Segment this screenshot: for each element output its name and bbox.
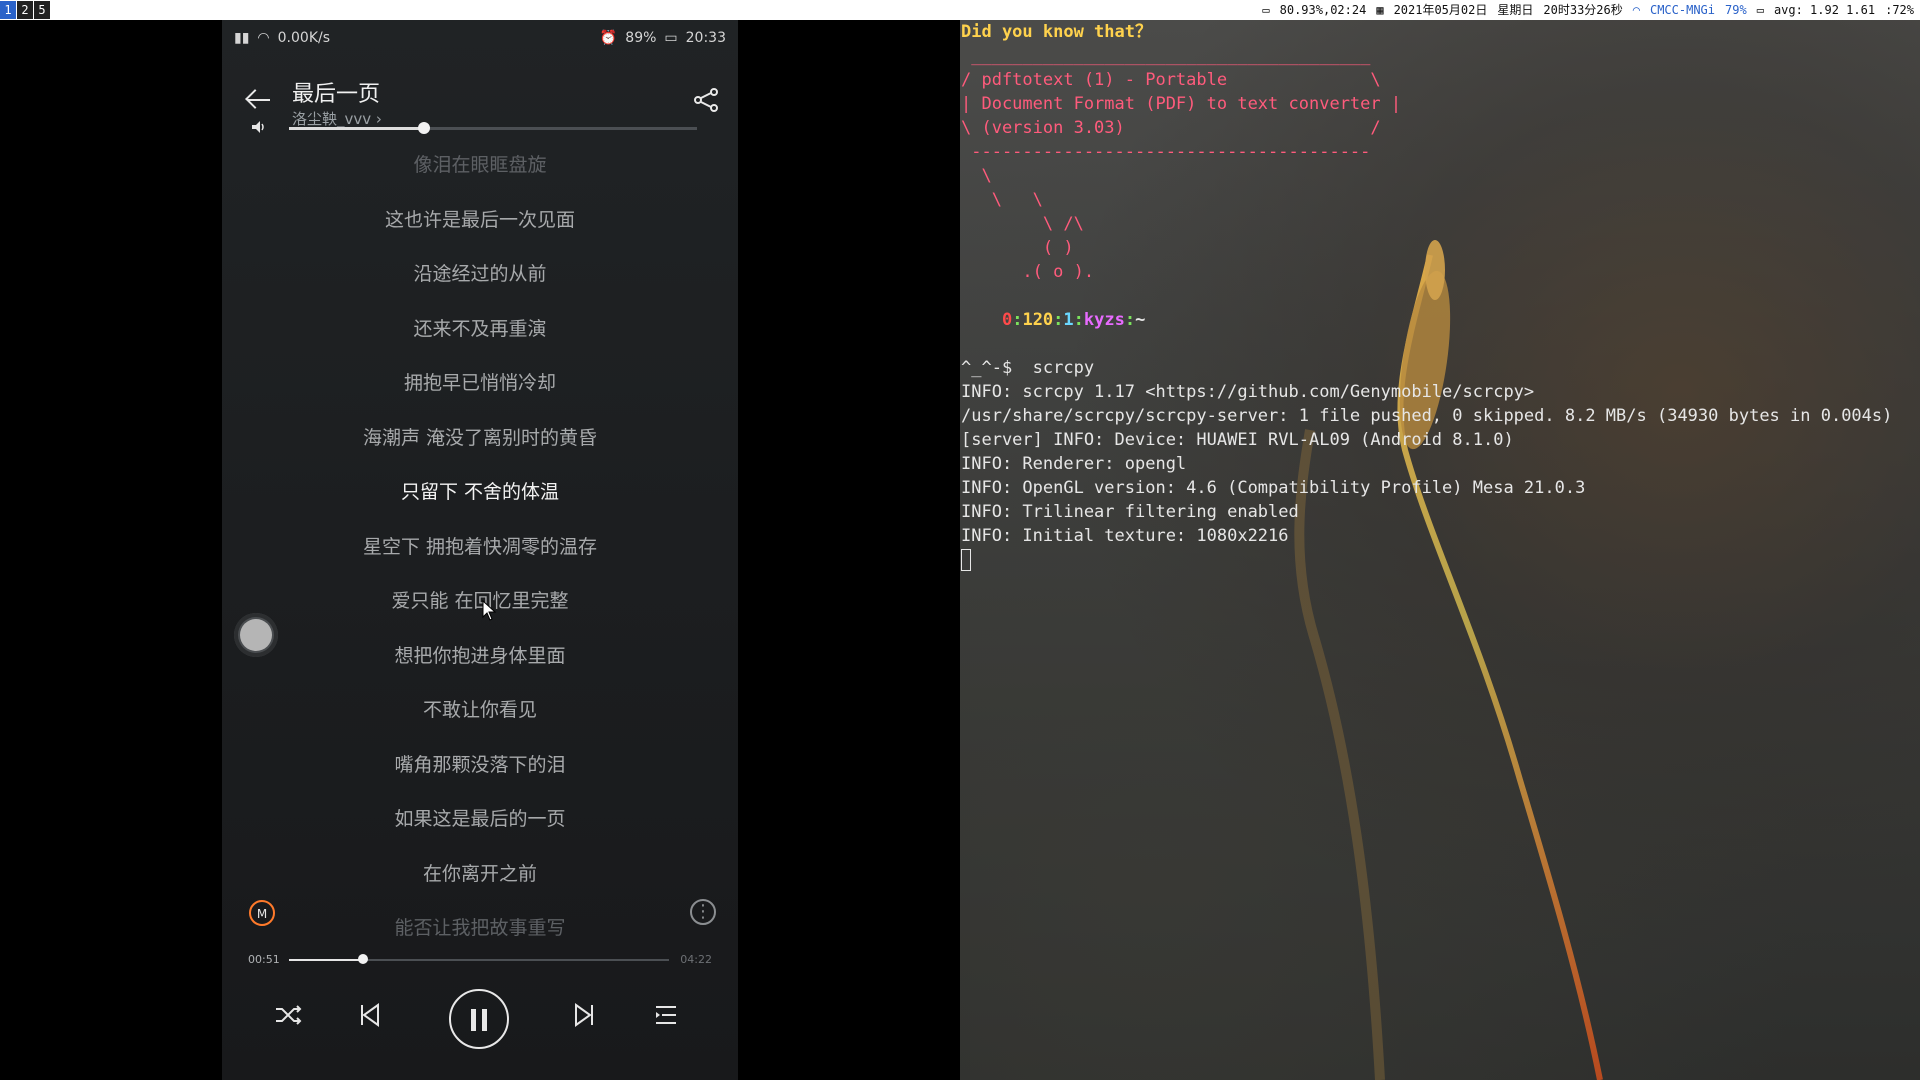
output-line: INFO: OpenGL version: 4.6 (Compatibility… <box>961 478 1586 498</box>
playback-controls <box>222 989 738 1065</box>
terminal-output: INFO: scrcpy 1.17 <https://github.com/Ge… <box>961 380 1916 548</box>
shuffle-icon[interactable] <box>268 995 308 1035</box>
cowsay-line: \ /\ <box>961 214 1084 234</box>
command: scrcpy <box>1032 358 1095 378</box>
floating-assist-button[interactable] <box>234 613 278 657</box>
phone-status-bar: ▮▮ ◠ 0.00K/s ⏰ 89% ▭ 20:33 <box>234 26 726 50</box>
prompt-b: 120 <box>1022 310 1054 330</box>
total-time: 04:22 <box>680 953 712 966</box>
volume-slider[interactable] <box>289 122 697 134</box>
current-time: 00:51 <box>248 953 280 966</box>
cowsay-line: _______________________________________ <box>961 46 1371 66</box>
output-line: INFO: Trilinear filtering enabled <box>961 502 1299 522</box>
workspace-5[interactable]: 5 <box>34 1 50 19</box>
battery-icon: ▭ <box>1262 3 1270 17</box>
text-cursor <box>961 549 971 571</box>
volume-knob[interactable] <box>417 122 430 134</box>
lyric-line[interactable]: 像泪在眼眶盘旋 <box>222 150 738 177</box>
prompt-path: ~ <box>1135 310 1146 330</box>
terminal-cursor-line[interactable] <box>961 548 1916 572</box>
status-area: ▭ 80.93%,02:24 ▦ 2021年05月02日 星期日 20时33分2… <box>1262 0 1914 20</box>
lyric-line[interactable]: 拥抱早已悄悄冷却 <box>222 368 738 395</box>
fortune-heading: Did you know that？ <box>961 22 1152 42</box>
calendar-icon: ▦ <box>1376 3 1384 17</box>
output-line: [server] INFO: Device: HUAWEI RVL-AL09 (… <box>961 430 1514 450</box>
next-icon[interactable] <box>564 995 604 1035</box>
lyric-line[interactable]: 不敢让你看见 <box>222 695 738 722</box>
volume-fill <box>289 127 424 130</box>
lyric-line[interactable]: 沿途经过的从前 <box>222 259 738 286</box>
share-icon[interactable] <box>692 86 720 114</box>
cowsay-line: \ <box>961 166 992 186</box>
cowsay-line: --------------------------------------- <box>961 142 1371 162</box>
wifi-icon: ◠ <box>257 30 270 46</box>
battery-status: 80.93%,02:24 <box>1279 3 1367 17</box>
progress-bar[interactable] <box>289 954 669 964</box>
wifi-strength: 79% <box>1725 3 1747 17</box>
player-header: 最后一页 洛尘鞅_vvv › <box>222 60 738 130</box>
back-arrow-icon[interactable] <box>244 86 272 114</box>
output-line: /usr/share/scrcpy/scrcpy-server: 1 file … <box>961 406 1893 426</box>
more-icon[interactable] <box>690 899 716 925</box>
workspace-1[interactable]: 1 <box>0 1 16 19</box>
terminal-window[interactable]: Did you know that？ _____________________… <box>961 20 1916 1080</box>
signal-icon: ▮▮ <box>234 30 250 46</box>
clock: 20时33分26秒 <box>1543 3 1623 17</box>
cowsay-line: \ (version 3.03) / <box>961 118 1381 138</box>
lyric-line[interactable]: 能否让我把故事重写 <box>222 913 738 940</box>
prompt-user: kyzs <box>1083 310 1125 330</box>
cowsay-line: \ \ <box>961 190 1043 210</box>
alarm-icon: ⏰ <box>599 30 618 46</box>
lyric-line[interactable]: 在你离开之前 <box>222 859 738 886</box>
output-line: INFO: Initial texture: 1080x2216 <box>961 526 1289 546</box>
lyric-line[interactable]: 嘴角那颗没落下的泪 <box>222 750 738 777</box>
phone-mirror-window: ▮▮ ◠ 0.00K/s ⏰ 89% ▭ 20:33 最后一页 洛尘鞅_vvv … <box>222 20 738 1080</box>
phone-time: 20:33 <box>685 30 726 46</box>
lyrics-list: 像泪在眼眶盘旋 这也许是最后一次见面 沿途经过的从前 还来不及再重演 拥抱早已悄悄冷却海… <box>222 150 738 939</box>
prompt-a: 0 <box>1001 310 1013 330</box>
monitor-icon: ▭ <box>1756 3 1764 17</box>
lyric-line[interactable]: 爱只能 在回忆里完整 <box>222 586 738 613</box>
lyric-line[interactable]: 这也许是最后一次见面 <box>222 205 738 232</box>
song-artist[interactable]: 洛尘鞅_vvv › <box>292 108 382 129</box>
command-line: ^_^-$ scrcpy <box>961 356 1916 380</box>
date: 2021年05月02日 <box>1393 3 1488 17</box>
command-prompt: ^_^-$ <box>961 358 1013 378</box>
output-line: INFO: scrcpy 1.17 <https://github.com/Ge… <box>961 382 1535 402</box>
cowsay-line: / pdftotext (1) - Portable \ <box>961 70 1381 90</box>
workspace-2[interactable]: 2 <box>17 1 33 19</box>
lyric-line[interactable]: 海潮声 淹没了离别时的黄昏 <box>222 423 738 450</box>
output-line: INFO: Renderer: opengl <box>961 454 1187 474</box>
lyric-line[interactable]: 星空下 拥抱着快凋零的温存 <box>222 532 738 559</box>
lyric-line[interactable]: 只留下 不舍的体温 <box>222 477 738 504</box>
extra-status: :72% <box>1885 3 1914 17</box>
network-speed: 0.00K/s <box>277 30 331 46</box>
lyric-line[interactable]: 如果这是最后的一页 <box>222 804 738 831</box>
top-status-bar: 1 2 5 ▭ 80.93%,02:24 ▦ 2021年05月02日 星期日 2… <box>0 0 1920 20</box>
m-logo-icon[interactable]: M <box>248 899 276 927</box>
volume-icon[interactable] <box>250 118 268 136</box>
pause-icon[interactable] <box>449 989 509 1049</box>
weekday: 星期日 <box>1497 3 1534 17</box>
cowsay-line: ( ) <box>961 238 1074 258</box>
song-title: 最后一页 <box>292 82 381 107</box>
load-average: avg: 1.92 1.61 <box>1773 3 1876 17</box>
lyric-line[interactable]: 想把你抱进身体里面 <box>222 641 738 668</box>
shell-prompt: 0:120:1:kyzs:~ <box>1001 310 1146 330</box>
battery-percentage: 89% <box>625 30 657 46</box>
cowsay-line: | Document Format (PDF) to text converte… <box>961 94 1402 114</box>
cowsay-art: _______________________________________ /… <box>961 44 1916 284</box>
battery-icon: ▭ <box>664 30 678 46</box>
network-name: CMCC-MNGi <box>1649 3 1716 17</box>
svg-text:M: M <box>257 907 267 921</box>
progress-fill <box>289 959 364 961</box>
cowsay-line: .( o ). <box>961 262 1095 282</box>
progress-knob[interactable] <box>358 954 369 964</box>
previous-icon[interactable] <box>350 995 390 1035</box>
prompt-c: 1 <box>1063 310 1074 330</box>
lyric-line[interactable]: 还来不及再重演 <box>222 314 738 341</box>
mouse-cursor-icon <box>482 600 497 621</box>
playlist-icon[interactable] <box>646 995 686 1035</box>
wifi-icon: ◠ <box>1632 3 1640 17</box>
